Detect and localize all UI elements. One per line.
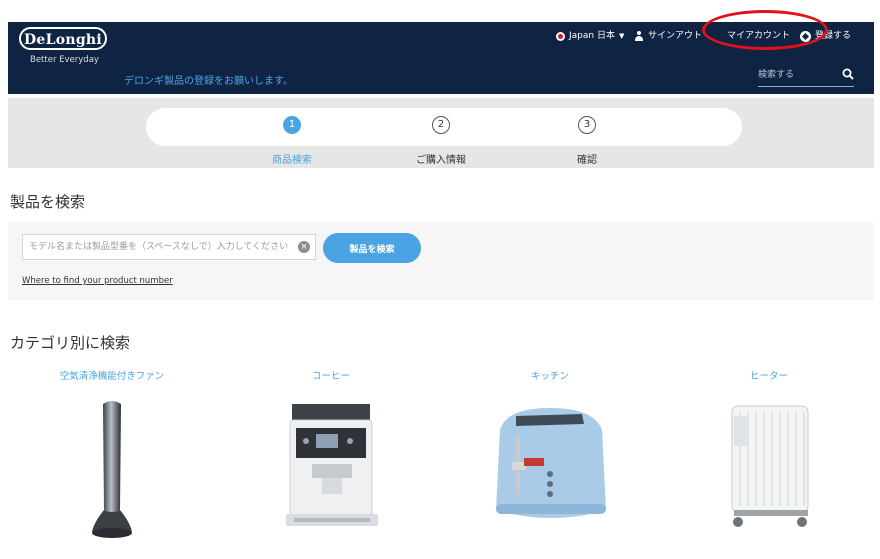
site-search	[758, 66, 854, 87]
tower-fan-image[interactable]	[80, 398, 144, 544]
oil-heater-image[interactable]	[720, 398, 820, 532]
category-fan-link[interactable]: 空気清浄機能付きファン	[32, 368, 192, 382]
delonghi-logo[interactable]: DeLonghi	[19, 27, 107, 50]
region-selector[interactable]: Japan 日本 ▼	[556, 28, 624, 44]
step-3-label: 確認	[577, 155, 597, 166]
step-2-indicator: 2	[432, 116, 450, 134]
signout-label: サインアウト	[648, 31, 703, 41]
product-number-input[interactable]	[22, 234, 316, 260]
signout-link[interactable]: サインアウト	[634, 28, 702, 44]
product-search-panel: × 製品を検索 Where to find your product numbe…	[8, 222, 874, 300]
toaster-image[interactable]	[486, 400, 616, 530]
progress-steps: 1 2 3 商品検索 ご購入情報 確認	[8, 98, 874, 168]
japan-flag-icon	[556, 31, 565, 41]
site-search-input[interactable]	[758, 66, 834, 84]
tagline: Better Everyday	[30, 55, 99, 65]
highlight-annotation	[702, 10, 828, 50]
product-search-title: 製品を検索	[10, 193, 86, 211]
search-icon[interactable]	[842, 68, 854, 80]
step-1-indicator: 1	[283, 116, 301, 134]
category-heater-link[interactable]: ヒーター	[689, 368, 849, 382]
caret-down-icon: ▼	[618, 32, 625, 40]
category-kitchen-link[interactable]: キッチン	[470, 368, 630, 382]
category-search-title: カテゴリ別に検索	[10, 334, 131, 352]
step-1-label: 商品検索	[272, 155, 312, 166]
registration-message: デロンギ製品の登録をお願いします。	[124, 76, 293, 87]
product-number-help-link[interactable]: Where to find your product number	[22, 276, 173, 286]
espresso-machine-image[interactable]	[282, 398, 382, 538]
category-coffee-link[interactable]: コーヒー	[251, 368, 411, 382]
user-icon	[634, 30, 644, 42]
clear-input-icon[interactable]: ×	[298, 241, 310, 253]
region-label: Japan 日本	[569, 31, 615, 41]
product-search-button[interactable]: 製品を検索	[323, 233, 421, 263]
step-3-indicator: 3	[578, 116, 596, 134]
step-2-label: ご購入情報	[416, 155, 466, 166]
